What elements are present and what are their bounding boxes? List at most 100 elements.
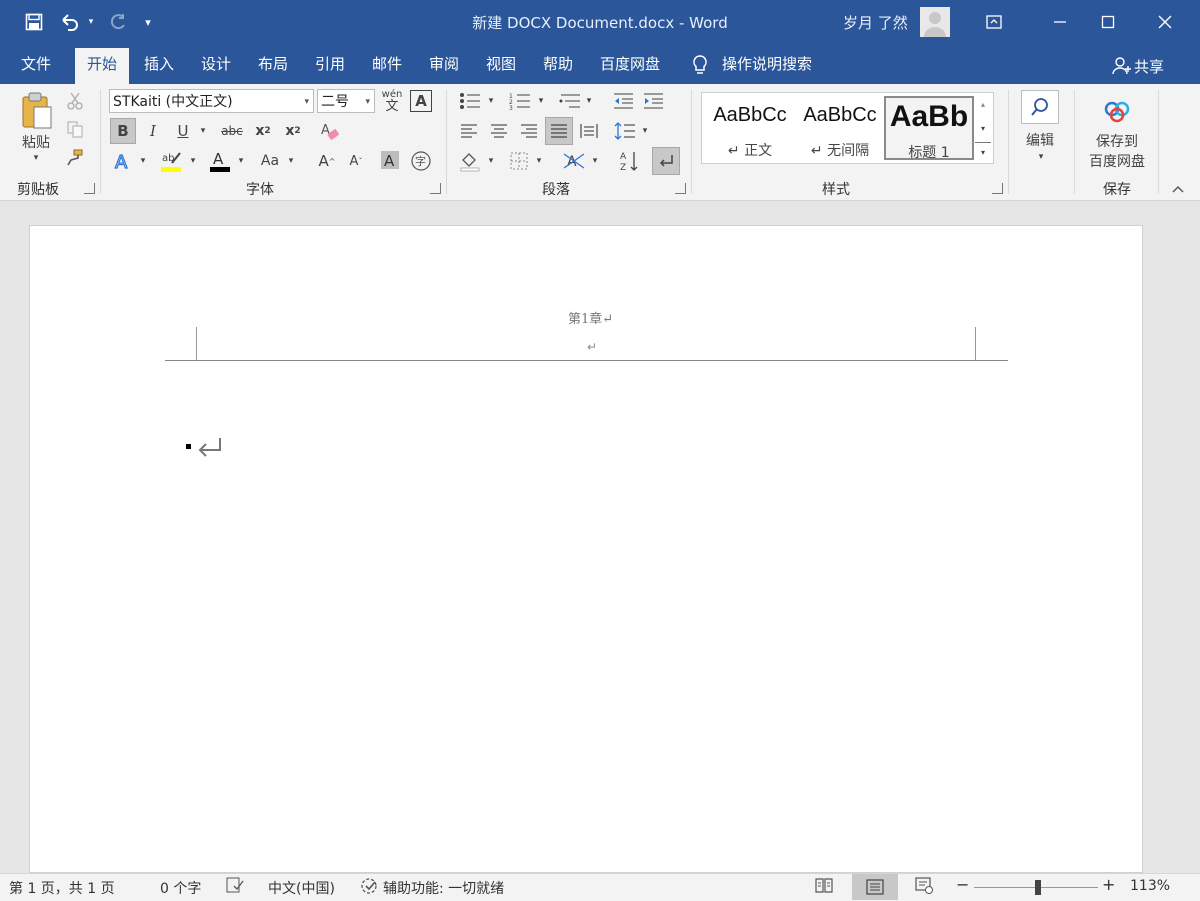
save-to-baidu-label-1[interactable]: 保存到 [1084,132,1150,150]
superscript-button[interactable]: x2 [280,118,306,144]
font-launcher-icon[interactable] [430,183,441,194]
zoom-in-icon[interactable]: + [1102,875,1115,894]
print-layout-icon[interactable] [852,874,898,900]
multilevel-list-icon[interactable] [556,88,584,114]
share-person-icon[interactable] [1112,56,1132,76]
font-name-combo[interactable]: STKaiti (中文正文) ▾ [109,89,314,113]
bullets-icon[interactable] [456,88,484,114]
highlight-color-icon[interactable]: ab [156,148,186,174]
bullets-dropdown-icon[interactable]: ▾ [484,92,498,110]
font-color-icon[interactable]: A [206,148,234,174]
line-spacing-dropdown-icon[interactable]: ▾ [638,122,652,140]
font-size-combo[interactable]: 二号 ▾ [317,89,375,113]
page-count-status[interactable]: 第 1 页，共 1 页 [9,878,115,898]
decrease-indent-icon[interactable] [610,88,636,114]
cut-icon[interactable] [64,90,86,112]
numbering-dropdown-icon[interactable]: ▾ [534,92,548,110]
web-layout-icon[interactable] [914,876,936,896]
find-search-icon[interactable] [1021,90,1059,124]
align-left-icon[interactable] [456,118,482,144]
show-hide-marks-icon[interactable] [652,147,680,175]
copy-icon[interactable] [64,118,86,140]
maximize-icon[interactable] [1088,8,1128,36]
phonetic-guide-icon[interactable]: wén 文 [380,88,404,114]
share-button[interactable]: 共享 [1134,56,1164,77]
tell-me-search[interactable]: 操作说明搜索 [722,52,822,84]
tab-insert[interactable]: 插入 [136,52,182,84]
style-normal[interactable]: AaBbCc ↵ 正文 [706,96,794,160]
tab-view[interactable]: 视图 [478,52,524,84]
sort-icon[interactable]: AZ [616,148,642,174]
editing-dropdown-icon[interactable]: ▾ [1034,150,1048,164]
underline-button[interactable]: U [170,118,196,144]
redo-icon[interactable] [104,8,132,36]
undo-icon[interactable] [56,8,84,36]
tab-mailings[interactable]: 邮件 [364,52,410,84]
zoom-slider-thumb[interactable] [1035,880,1041,895]
format-painter-icon[interactable] [64,146,86,168]
avatar[interactable] [920,7,950,37]
text-effects-dropdown-icon[interactable]: ▾ [136,152,150,170]
shading-icon[interactable] [456,148,484,174]
text-effects-icon[interactable]: A [110,148,136,174]
read-mode-icon[interactable] [814,876,836,896]
minimize-icon[interactable] [1040,8,1080,36]
grow-font-icon[interactable]: A ^ [314,148,340,174]
italic-button[interactable]: I [140,118,166,144]
paste-dropdown-icon[interactable]: ▾ [28,152,44,164]
shrink-font-icon[interactable]: Aˇ [343,148,369,174]
zoom-out-icon[interactable]: − [956,875,969,894]
clear-formatting-icon[interactable]: A [316,118,342,144]
document-page[interactable]: 第1章↵ ↵ [29,225,1143,873]
close-icon[interactable] [1145,8,1185,36]
ribbon-display-options-icon[interactable] [974,8,1014,36]
borders-dropdown-icon[interactable]: ▾ [532,152,546,170]
change-case-dropdown-icon[interactable]: ▾ [284,152,298,170]
styles-launcher-icon[interactable] [992,183,1003,194]
user-name[interactable]: 岁月 了然 [843,12,908,33]
accessibility-status[interactable]: 辅助功能: 一切就绪 [383,878,504,898]
font-size-dropdown-icon[interactable]: ▾ [365,90,370,114]
tab-references[interactable]: 引用 [307,52,353,84]
zoom-level[interactable]: 113% [1130,878,1170,894]
style-no-spacing[interactable]: AaBbCc ↵ 无间隔 [796,96,884,160]
word-count-status[interactable]: 0 个字 [160,878,201,898]
customize-quick-access-icon[interactable]: ▾ [138,8,158,36]
shading-dropdown-icon[interactable]: ▾ [484,152,498,170]
character-border-icon[interactable]: A [410,90,432,112]
language-status[interactable]: 中文(中国) [268,878,335,898]
tab-help[interactable]: 帮助 [535,52,581,84]
change-case-icon[interactable]: Aa [256,148,284,174]
tab-file[interactable]: 文件 [12,52,60,84]
collapse-ribbon-icon[interactable] [1168,182,1188,196]
tab-review[interactable]: 审阅 [421,52,467,84]
style-heading-1[interactable]: AaBb 标题 1 [884,96,974,161]
justify-icon[interactable] [545,117,573,145]
paste-button[interactable]: 粘贴 [14,132,58,152]
highlight-dropdown-icon[interactable]: ▾ [186,152,200,170]
character-shading-icon[interactable]: A [378,148,402,172]
underline-dropdown-icon[interactable]: ▾ [196,122,210,140]
bold-button[interactable]: B [110,118,136,144]
enclose-characters-icon[interactable]: 字 [408,148,434,174]
accessibility-icon[interactable] [360,877,380,897]
font-color-dropdown-icon[interactable]: ▾ [234,152,248,170]
font-name-dropdown-icon[interactable]: ▾ [304,90,309,114]
multilevel-dropdown-icon[interactable]: ▾ [582,92,596,110]
editing-button[interactable]: 编辑 [1016,130,1064,150]
styles-more-icon[interactable]: ▾ [975,142,991,162]
subscript-button[interactable]: x2 [250,118,276,144]
tab-layout[interactable]: 布局 [250,52,296,84]
align-center-icon[interactable] [486,118,512,144]
align-right-icon[interactable] [516,118,542,144]
borders-icon[interactable] [506,148,532,174]
chinese-layout-dropdown-icon[interactable]: ▾ [588,152,602,170]
styles-scroll-down-icon[interactable]: ▾ [975,118,991,138]
proofing-icon[interactable] [226,877,246,895]
save-icon[interactable] [20,8,48,36]
increase-indent-icon[interactable] [640,88,666,114]
save-to-baidu-label-2[interactable]: 百度网盘 [1084,152,1150,170]
clipboard-launcher-icon[interactable] [84,183,95,194]
tab-baidu-netdisk[interactable]: 百度网盘 [592,52,668,84]
line-spacing-icon[interactable] [612,118,638,144]
